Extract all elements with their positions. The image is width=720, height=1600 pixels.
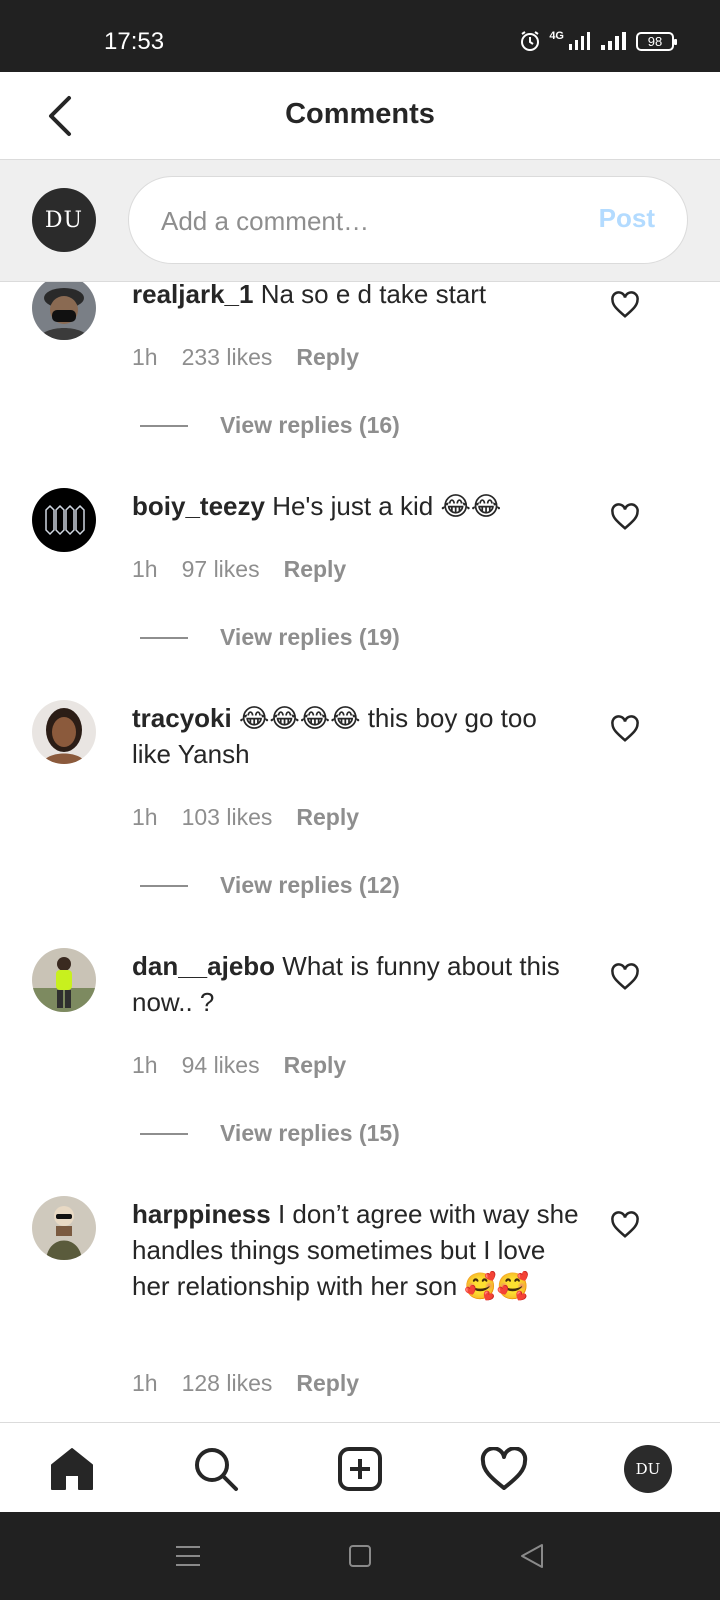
bottom-nav: DU — [0, 1422, 720, 1512]
comment-username[interactable]: boiy_teezy — [132, 491, 265, 521]
reply-button[interactable]: Reply — [284, 1052, 347, 1079]
status-bar: 17:53 4G 98 — [0, 0, 720, 72]
comment-text: realjark_1 Na so e d take start — [132, 282, 582, 312]
system-home-button[interactable] — [344, 1540, 376, 1572]
signal-icon — [569, 32, 590, 50]
divider-line — [140, 636, 188, 639]
plus-square-icon — [338, 1447, 382, 1491]
triangle-back-icon — [521, 1544, 543, 1568]
comment-username[interactable]: tracyoki — [132, 703, 232, 733]
comment-meta: 1h 97 likes Reply — [132, 556, 346, 583]
comment-time: 1h — [132, 804, 158, 830]
comment-likes[interactable]: 233 likes — [182, 344, 273, 371]
comment-list[interactable]: realjark_1 Na so e d take start 1h 233 l… — [0, 282, 720, 1422]
divider-line — [140, 1132, 188, 1135]
comment-input[interactable] — [161, 201, 561, 241]
reply-button[interactable]: Reply — [296, 344, 359, 371]
comment-composer: DU Post — [0, 160, 720, 282]
comment-time: 1h — [132, 344, 158, 370]
alarm-icon — [521, 31, 540, 51]
avatar[interactable] — [32, 700, 96, 764]
square-icon — [349, 1545, 371, 1567]
heart-outline-icon[interactable] — [610, 962, 640, 992]
view-replies-label: View replies (16) — [220, 412, 400, 438]
comment-time: 1h — [132, 556, 158, 582]
avatar[interactable] — [32, 282, 96, 340]
comment-input-wrapper: Post — [128, 176, 688, 264]
comment-username[interactable]: dan__ajebo — [132, 951, 275, 981]
signal-icon — [601, 32, 626, 50]
reply-button[interactable]: Reply — [296, 1370, 359, 1397]
comment-likes[interactable]: 128 likes — [182, 1370, 273, 1397]
heart-icon — [480, 1447, 528, 1490]
avatar-image — [32, 700, 96, 764]
system-nav-bar — [0, 1512, 720, 1600]
view-replies-button[interactable]: View replies (15) — [140, 1120, 400, 1147]
avatar: DU — [32, 188, 96, 252]
header: Comments — [0, 72, 720, 160]
home-icon — [51, 1448, 93, 1490]
comment-username[interactable]: harppiness — [132, 1199, 271, 1229]
comment-meta: 1h 103 likes Reply — [132, 804, 359, 831]
comment-meta: 1h 233 likes Reply — [132, 344, 359, 371]
nav-activity[interactable] — [480, 1445, 528, 1493]
battery-icon: 98 — [636, 31, 677, 51]
avatar-image — [32, 282, 96, 340]
menu-icon — [176, 1546, 200, 1566]
divider-line — [140, 424, 188, 427]
nav-home[interactable] — [48, 1445, 96, 1493]
network-type: 4G — [549, 30, 564, 42]
comment-likes[interactable]: 94 likes — [182, 1052, 260, 1079]
avatar-image — [32, 1196, 96, 1260]
avatar-image — [32, 488, 96, 552]
avatar[interactable] — [32, 488, 96, 552]
comment-meta: 1h 94 likes Reply — [132, 1052, 346, 1079]
comment-time: 1h — [132, 1052, 158, 1078]
comment-text: boiy_teezy He's just a kid 😂😂 — [132, 488, 582, 524]
view-replies-button[interactable]: View replies (19) — [140, 624, 400, 651]
post-button[interactable]: Post — [599, 203, 655, 234]
comment-time: 1h — [132, 1370, 158, 1396]
system-menu-button[interactable] — [172, 1540, 204, 1572]
heart-outline-icon[interactable] — [610, 290, 640, 320]
divider-line — [140, 884, 188, 887]
heart-outline-icon[interactable] — [610, 1210, 640, 1240]
avatar[interactable] — [32, 1196, 96, 1260]
comment-username[interactable]: realjark_1 — [132, 282, 253, 309]
avatar[interactable] — [32, 948, 96, 1012]
heart-outline-icon[interactable] — [610, 714, 640, 744]
page-title: Comments — [285, 98, 435, 130]
comment-text: harppiness I don’t agree with way she ha… — [132, 1196, 582, 1304]
status-icons: 4G 98 — [519, 30, 677, 52]
nav-search[interactable] — [192, 1445, 240, 1493]
comment-text: tracyoki 😂😂😂😂 this boy go too like Yansh — [132, 700, 582, 772]
comment-meta: 1h 128 likes Reply — [132, 1370, 359, 1397]
search-icon — [195, 1448, 238, 1491]
comment-body: He's just a kid 😂😂 — [272, 491, 502, 521]
view-replies-label: View replies (19) — [220, 624, 400, 650]
view-replies-label: View replies (12) — [220, 872, 400, 898]
system-back-button[interactable] — [516, 1540, 548, 1572]
view-replies-label: View replies (15) — [220, 1120, 400, 1146]
comment-likes[interactable]: 103 likes — [182, 804, 273, 831]
nav-profile[interactable]: DU — [624, 1445, 672, 1493]
view-replies-button[interactable]: View replies (12) — [140, 872, 400, 899]
reply-button[interactable]: Reply — [284, 556, 347, 583]
heart-outline-icon[interactable] — [610, 502, 640, 532]
comment-likes[interactable]: 97 likes — [182, 556, 260, 583]
avatar-image — [32, 948, 96, 1012]
comment-text: dan__ajebo What is funny about this now.… — [132, 948, 582, 1020]
comment-body: Na so e d take start — [260, 282, 487, 309]
nav-add[interactable] — [336, 1445, 384, 1493]
reply-button[interactable]: Reply — [296, 804, 359, 831]
status-time: 17:53 — [104, 28, 165, 55]
view-replies-button[interactable]: View replies (16) — [140, 412, 400, 439]
